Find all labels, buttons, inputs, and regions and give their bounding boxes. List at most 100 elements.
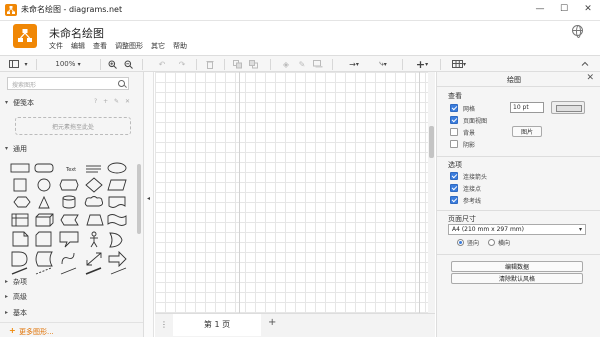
shape-circle bbox=[37, 178, 51, 192]
clear-default-style-button[interactable]: 清除默认风格 bbox=[451, 273, 583, 284]
background-image-button[interactable]: 图片 bbox=[512, 126, 542, 137]
diagram-canvas[interactable] bbox=[155, 72, 433, 313]
minimize-button[interactable]: — bbox=[528, 0, 552, 17]
landscape-radio[interactable] bbox=[488, 239, 495, 246]
scrollbar-thumb[interactable] bbox=[429, 126, 434, 158]
panel-divider bbox=[437, 156, 600, 157]
section-advanced[interactable]: ▸ 高级 bbox=[0, 290, 143, 303]
zoom-value: 100% bbox=[55, 60, 76, 68]
delete-icon[interactable] bbox=[204, 58, 216, 70]
page-tab-bar: ⋮ 第 1 页 + bbox=[155, 313, 435, 337]
undo-icon[interactable]: ↶ bbox=[156, 58, 168, 70]
to-back-icon[interactable] bbox=[248, 58, 260, 70]
menu-view[interactable]: 查看 bbox=[93, 41, 107, 51]
search-icon[interactable] bbox=[118, 80, 125, 87]
guides-checkbox[interactable] bbox=[450, 196, 458, 204]
drawio-logo[interactable] bbox=[13, 24, 37, 48]
scratchpad-tools[interactable]: ? + ✎ ✕ bbox=[94, 98, 132, 105]
line-color-icon[interactable]: ✎ bbox=[296, 58, 308, 70]
toolbar-divider bbox=[36, 59, 37, 70]
search-placeholder: 搜索图形 bbox=[12, 82, 37, 89]
plus-icon: + bbox=[9, 326, 16, 335]
background-checkbox[interactable] bbox=[450, 128, 458, 136]
shape-internal-storage bbox=[11, 213, 29, 227]
toolbar-divider bbox=[142, 59, 143, 70]
shape-actor bbox=[90, 231, 98, 248]
menu-file[interactable]: 文件 bbox=[49, 41, 63, 51]
shadow-icon[interactable] bbox=[312, 58, 324, 70]
to-front-icon[interactable] bbox=[232, 58, 244, 70]
chevron-right-icon: ▸ bbox=[5, 309, 9, 316]
zoom-select[interactable]: 100% ▾ bbox=[44, 58, 92, 70]
sidebar-scrollbar[interactable] bbox=[137, 164, 141, 234]
panel-divider bbox=[437, 210, 600, 211]
paper-size-select[interactable]: A4 (210 mm x 297 mm) ▾ bbox=[448, 224, 586, 235]
zoom-in-icon[interactable] bbox=[106, 58, 118, 70]
page-view-checkbox[interactable] bbox=[450, 116, 458, 124]
close-icon[interactable]: ✕ bbox=[586, 73, 594, 83]
general-shape-palette[interactable]: Text bbox=[8, 160, 134, 275]
connection-points-checkbox[interactable] bbox=[450, 184, 458, 192]
connection-style-icon[interactable]: → ▾ bbox=[344, 58, 364, 70]
page-tab[interactable]: 第 1 页 bbox=[173, 314, 261, 336]
toolbar-divider bbox=[224, 59, 225, 70]
sidebar-splitter[interactable]: ◂ bbox=[144, 72, 154, 337]
connection-arrows-checkbox[interactable] bbox=[450, 172, 458, 180]
shape-or bbox=[109, 232, 123, 248]
chevron-right-icon: ▸ bbox=[5, 278, 9, 285]
shadow-checkbox[interactable] bbox=[450, 140, 458, 148]
canvas-vertical-scrollbar[interactable] bbox=[428, 72, 435, 313]
menu-arrange[interactable]: 调整图形 bbox=[115, 41, 143, 51]
collapse-handle-icon[interactable]: ◂ bbox=[147, 195, 150, 202]
shape-search-input[interactable]: 搜索图形 bbox=[7, 77, 129, 90]
fill-color-icon[interactable]: ◈ bbox=[280, 58, 292, 70]
menu-edit[interactable]: 编辑 bbox=[71, 41, 85, 51]
connection-points-label: 连接点 bbox=[463, 186, 482, 193]
section-label: 通用 bbox=[13, 145, 27, 153]
portrait-label: 竖向 bbox=[467, 240, 480, 247]
document-title[interactable]: 未命名绘图 bbox=[49, 25, 104, 41]
insert-plus-icon[interactable]: + ▾ bbox=[412, 58, 432, 71]
section-scratchpad[interactable]: ▾ 便笺本 ? + ✎ ✕ bbox=[0, 96, 143, 109]
shape-card bbox=[35, 231, 52, 247]
maximize-button[interactable]: ☐ bbox=[552, 0, 576, 17]
pages-menu-icon[interactable]: ⋮ bbox=[160, 320, 168, 329]
edit-data-button[interactable]: 编辑数据 bbox=[451, 261, 583, 272]
section-general[interactable]: ▾ 通用 bbox=[0, 142, 143, 155]
diagram-logo-icon bbox=[18, 29, 32, 42]
redo-icon[interactable]: ↷ bbox=[176, 58, 188, 70]
shape-cylinder bbox=[62, 195, 76, 209]
more-shapes-button[interactable]: + 更多图形... bbox=[0, 322, 143, 337]
table-icon[interactable]: ▾ bbox=[448, 58, 470, 70]
toolbar-divider bbox=[402, 59, 403, 70]
section-basic[interactable]: ▸ 基本 bbox=[0, 306, 143, 319]
shape-textbox bbox=[86, 165, 101, 173]
shape-curly-edge bbox=[61, 252, 75, 265]
shape-rounded-rectangle bbox=[34, 163, 54, 173]
grid-size-input[interactable]: 10 pt bbox=[510, 102, 544, 113]
window-title: 未命名绘图 - diagrams.net bbox=[21, 5, 123, 14]
format-panel-toggle-icon[interactable] bbox=[6, 58, 22, 70]
scratchpad-dropzone[interactable]: 把元素拖至此处 bbox=[15, 117, 131, 135]
close-window-button[interactable]: ✕ bbox=[576, 0, 600, 17]
guides-label: 参考线 bbox=[463, 198, 482, 205]
add-page-button[interactable]: + bbox=[268, 317, 276, 328]
grid-color-button[interactable] bbox=[551, 101, 585, 114]
collapse-toolbar-icon[interactable] bbox=[578, 58, 592, 70]
waypoints-icon[interactable]: ⤷ ▾ bbox=[372, 58, 394, 70]
shape-parallelogram bbox=[107, 179, 127, 191]
chevron-down-icon[interactable]: ▾ bbox=[22, 58, 30, 70]
language-globe-icon[interactable] bbox=[572, 25, 583, 38]
section-misc[interactable]: ▸ 杂项 bbox=[0, 275, 143, 288]
menu-extras[interactable]: 其它 bbox=[151, 41, 165, 51]
chevron-down-icon: ▾ bbox=[5, 99, 9, 106]
grid-checkbox[interactable] bbox=[450, 104, 458, 112]
zoom-out-icon[interactable] bbox=[122, 58, 134, 70]
background-label: 背景 bbox=[463, 130, 476, 137]
shape-document bbox=[108, 196, 126, 208]
portrait-radio[interactable] bbox=[457, 239, 464, 246]
shape-line-bold bbox=[85, 267, 102, 275]
menu-bar: 文件 编辑 查看 调整图形 其它 帮助 bbox=[49, 41, 187, 51]
section-label: 高级 bbox=[13, 293, 27, 301]
menu-help[interactable]: 帮助 bbox=[173, 41, 187, 51]
